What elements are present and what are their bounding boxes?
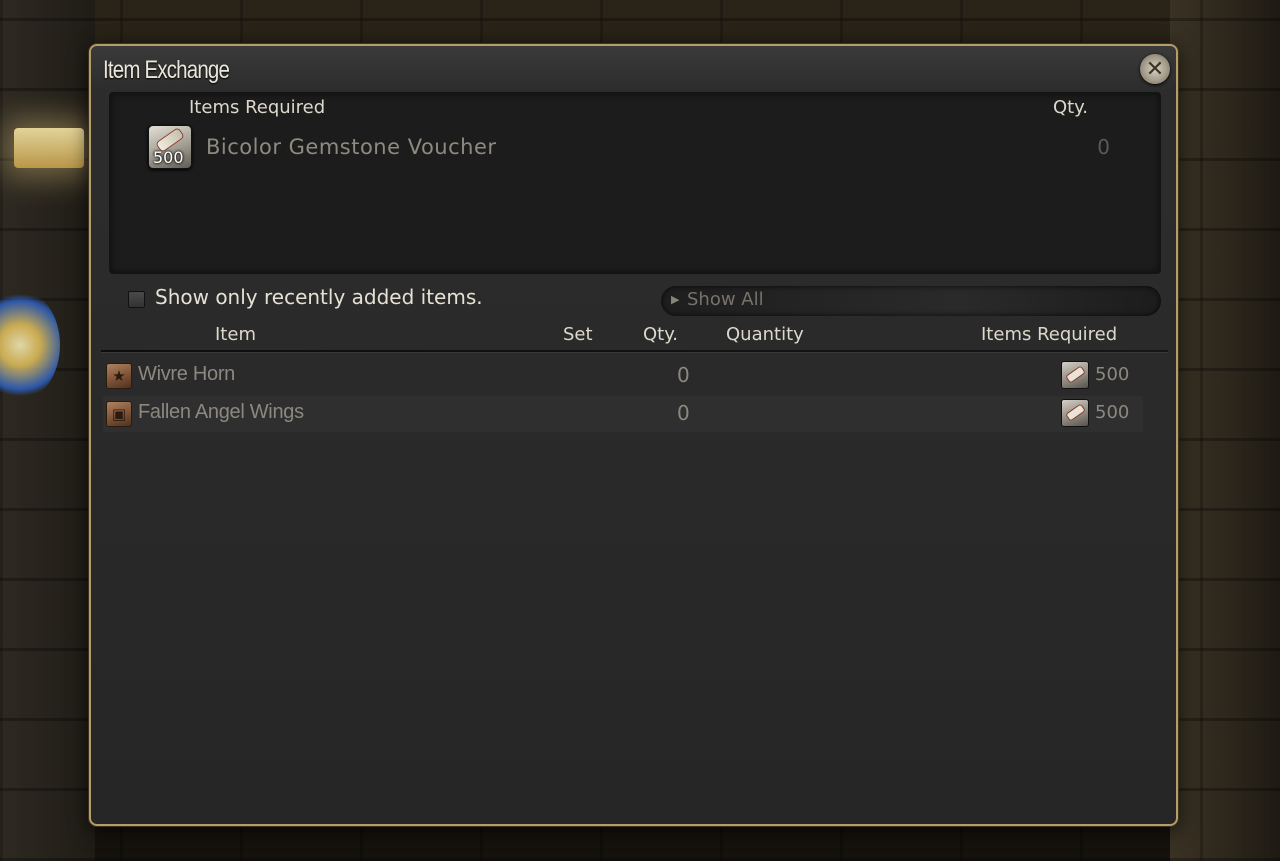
row-qty: 0 [677, 401, 690, 425]
scroll-icon [1066, 404, 1085, 421]
item-exchange-window: Item Exchange ✕ Items Required Qty. 500 … [89, 44, 1178, 826]
title-bar[interactable]: Item Exchange ✕ [91, 46, 1176, 92]
recent-items-checkbox[interactable] [128, 291, 145, 308]
voucher-icon-amount: 500 [153, 148, 184, 167]
voucher-icon[interactable]: 500 [148, 125, 192, 169]
column-header-items-required[interactable]: Items Required [981, 324, 1117, 345]
table-row[interactable]: ★ Wivre Horn 0 500 [103, 358, 1143, 394]
required-header-qty: Qty. [1052, 97, 1088, 118]
required-item-name: Bicolor Gemstone Voucher [206, 135, 497, 159]
table-row[interactable]: ▣ Fallen Angel Wings 0 500 [103, 396, 1143, 432]
required-header-items: Items Required [189, 97, 326, 118]
recent-items-label[interactable]: Show only recently added items. [155, 285, 483, 309]
filter-dropdown[interactable]: ▶ Show All [661, 286, 1161, 316]
triangle-right-icon: ▶ [671, 293, 680, 306]
list-header-divider [101, 350, 1168, 352]
voucher-icon[interactable] [1061, 361, 1089, 389]
row-required-amount: 500 [1095, 402, 1130, 423]
column-header-set[interactable]: Set [563, 324, 593, 345]
column-header-item[interactable]: Item [215, 324, 256, 345]
row-required-amount: 500 [1095, 364, 1130, 385]
close-icon: ✕ [1145, 56, 1165, 82]
star-icon: ★ [106, 363, 132, 389]
voucher-icon[interactable] [1061, 399, 1089, 427]
row-item-name: Fallen Angel Wings [138, 401, 304, 423]
scroll-icon [1066, 366, 1085, 383]
filter-dropdown-value: Show All [687, 289, 764, 310]
required-item-qty: 0 [1097, 135, 1110, 159]
chest-icon: ▣ [106, 401, 132, 427]
row-item-name: Wivre Horn [138, 363, 236, 385]
column-header-qty[interactable]: Qty. [643, 324, 678, 345]
background-lamp [14, 128, 84, 168]
row-qty: 0 [677, 363, 690, 387]
window-title: Item Exchange [103, 56, 230, 84]
column-header-quantity[interactable]: Quantity [726, 324, 804, 345]
items-required-panel: Items Required Qty. 500 Bicolor Gemstone… [109, 92, 1161, 274]
close-button[interactable]: ✕ [1140, 54, 1170, 84]
